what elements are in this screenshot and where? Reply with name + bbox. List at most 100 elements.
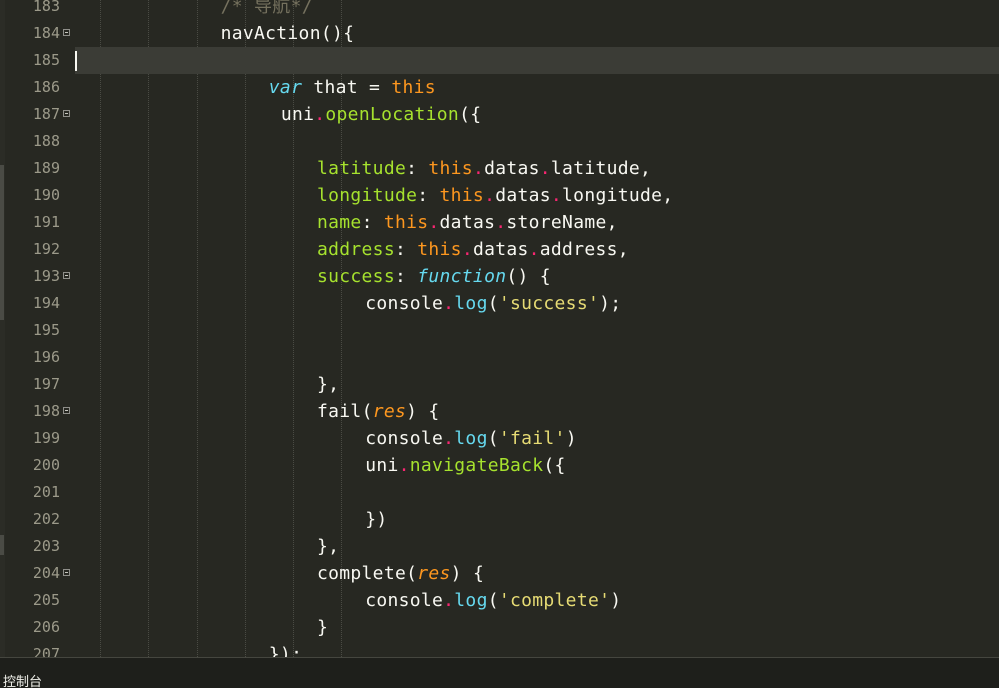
code-token: (	[361, 401, 373, 422]
gutter-line: 204	[5, 560, 75, 587]
code-token: console	[365, 293, 444, 314]
code-token: .	[461, 239, 473, 260]
code-line[interactable]	[75, 344, 999, 371]
fold-toggle-icon[interactable]	[63, 569, 70, 576]
code-line[interactable]: }	[75, 614, 999, 641]
code-token: 'complete'	[498, 590, 611, 611]
code-line[interactable]	[75, 128, 999, 155]
gutter-line: 205	[5, 587, 75, 614]
code-line[interactable]: var that = this	[75, 74, 999, 101]
code-token: .	[428, 212, 440, 233]
code-text: success: function() {	[317, 263, 551, 290]
code-token: :	[361, 212, 384, 233]
code-token: datas	[495, 185, 551, 206]
code-line[interactable]	[75, 479, 999, 506]
fold-toggle-icon[interactable]	[63, 29, 70, 36]
line-number: 194	[32, 294, 60, 312]
gutter-line: 183	[5, 0, 75, 20]
gutter-line: 184	[5, 20, 75, 47]
code-token: .	[472, 158, 485, 179]
code-editor[interactable]: 183 184 185 186 187 188 189 190 191 192 193 194 195 1…	[0, 0, 999, 657]
line-number: 192	[32, 240, 60, 258]
line-number: 199	[32, 429, 60, 447]
code-line[interactable]: },	[75, 371, 999, 398]
current-line[interactable]	[75, 47, 999, 74]
code-text: fail(res) {	[317, 398, 440, 425]
code-text: console.log('success');	[365, 290, 621, 317]
code-text: uni.openLocation({	[281, 101, 482, 128]
code-line[interactable]: fail(res) {	[75, 398, 999, 425]
code-token: () {	[506, 266, 551, 287]
code-token: 'success'	[498, 293, 600, 314]
code-line[interactable]: });	[75, 641, 999, 657]
code-line[interactable]: })	[75, 506, 999, 533]
gutter-line: 206	[5, 614, 75, 641]
gutter-line: 196	[5, 344, 75, 371]
gutter-line: 192	[5, 236, 75, 263]
code-token: name	[317, 212, 362, 233]
code-line[interactable]: console.log('fail')	[75, 425, 999, 452]
code-token: .	[443, 293, 455, 314]
code-line[interactable]: console.log('complete')	[75, 587, 999, 614]
code-text: },	[317, 371, 339, 398]
code-line[interactable]: navAction(){	[75, 20, 999, 47]
code-token: .	[495, 212, 507, 233]
code-line[interactable]: uni.openLocation({	[75, 101, 999, 128]
code-token: address,	[539, 239, 629, 260]
gutter-line: 200	[5, 452, 75, 479]
fold-toggle-icon[interactable]	[63, 272, 70, 279]
code-token: openLocation	[325, 104, 460, 125]
code-line[interactable]: /* 导航*/	[75, 0, 999, 20]
code-line[interactable]: uni.navigateBack({	[75, 452, 999, 479]
code-line[interactable]: address: this.datas.address,	[75, 236, 999, 263]
code-token: (	[487, 293, 499, 314]
gutter-line: 202	[5, 506, 75, 533]
line-number: 189	[32, 159, 60, 177]
line-number: 200	[32, 456, 60, 474]
code-token: ) {	[406, 401, 440, 422]
code-line[interactable]: console.log('success');	[75, 290, 999, 317]
line-number: 201	[32, 483, 60, 501]
fold-toggle-icon[interactable]	[63, 110, 70, 117]
code-line[interactable]	[75, 317, 999, 344]
tab-console[interactable]: 控制台	[3, 675, 42, 688]
code-area[interactable]: /* 导航*/ navAction(){ var that = this uni.op…	[75, 0, 999, 657]
code-token: (	[487, 590, 499, 611]
code-line[interactable]: longitude: this.datas.longitude,	[75, 182, 999, 209]
code-line[interactable]: success: function() {	[75, 263, 999, 290]
code-token: :	[394, 266, 418, 287]
code-token: this	[391, 77, 436, 98]
code-token: :	[406, 158, 429, 179]
line-number: 204	[32, 564, 60, 582]
code-token: address	[317, 239, 395, 260]
text-caret	[75, 51, 77, 71]
line-number: 183	[32, 0, 60, 15]
code-token: datas	[484, 158, 540, 179]
line-number: 205	[32, 591, 60, 609]
code-text: complete(res) {	[317, 560, 484, 587]
code-line[interactable]: latitude: this.datas.latitude,	[75, 155, 999, 182]
code-token: console	[365, 428, 444, 449]
line-number: 203	[32, 537, 60, 555]
gutter-line: 186	[5, 74, 75, 101]
code-text: var that = this	[269, 74, 436, 101]
code-line[interactable]: complete(res) {	[75, 560, 999, 587]
gutter-line: 201	[5, 479, 75, 506]
code-text: uni.navigateBack({	[365, 452, 566, 479]
code-line[interactable]: },	[75, 533, 999, 560]
fold-toggle-icon[interactable]	[63, 407, 70, 414]
gutter-line: 207	[5, 641, 75, 657]
code-token: this	[428, 158, 473, 179]
gutter-line: 195	[5, 317, 75, 344]
code-token: fail	[317, 401, 362, 422]
code-token: log	[454, 590, 488, 611]
code-token: },	[317, 374, 340, 395]
line-number-gutter[interactable]: 183 184 185 186 187 188 189 190 191 192 193 194 195 1…	[5, 0, 75, 657]
code-text: /* 导航*/	[221, 0, 313, 20]
line-number: 190	[32, 186, 60, 204]
code-token: /* 导航*/	[220, 0, 313, 17]
code-line[interactable]: name: this.datas.storeName,	[75, 209, 999, 236]
gutter-line: 185	[5, 47, 75, 74]
code-token: latitude	[317, 158, 407, 179]
code-token: datas	[439, 212, 496, 233]
